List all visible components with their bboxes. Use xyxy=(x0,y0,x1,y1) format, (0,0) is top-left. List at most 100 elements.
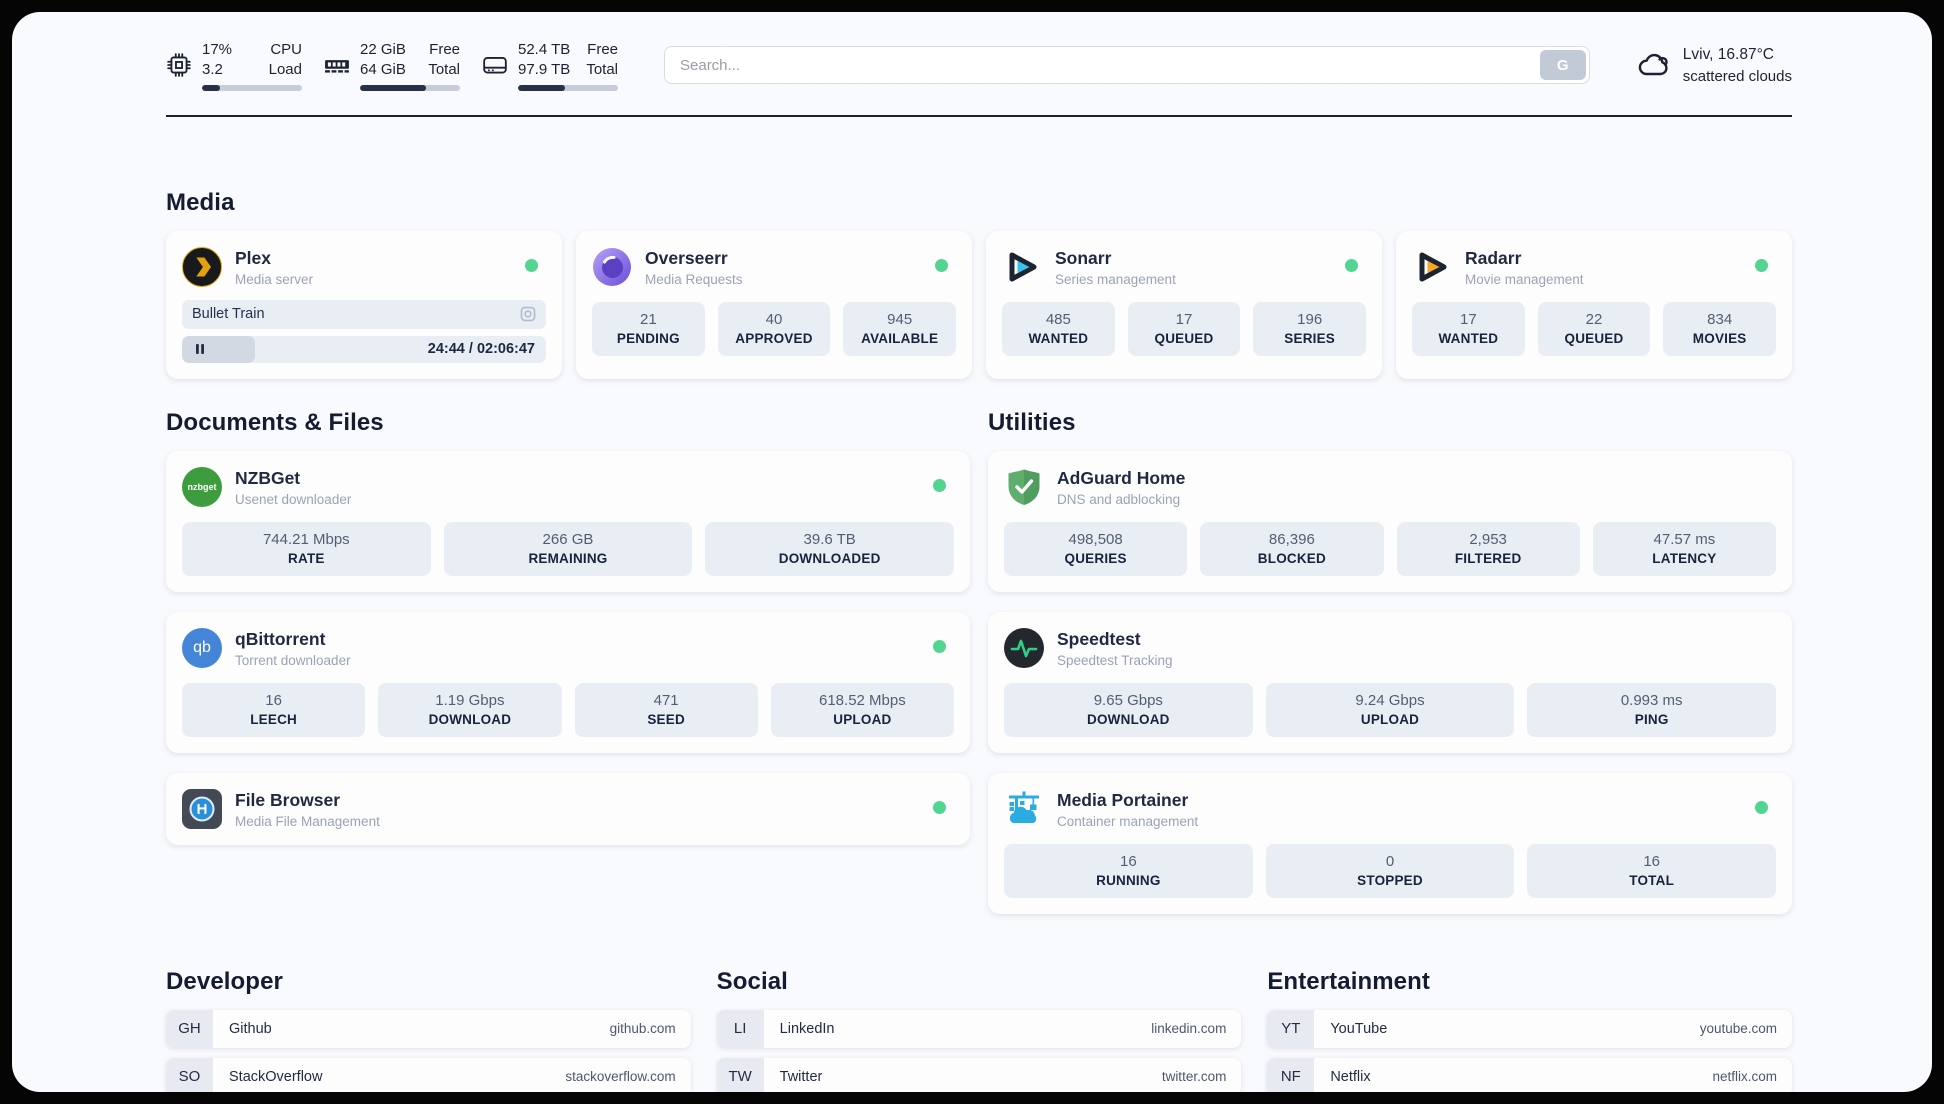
section-title-social: Social xyxy=(716,967,788,995)
storage-labels: Free Total xyxy=(586,41,618,78)
bookmark-youtube[interactable]: YT YouTube youtube.com xyxy=(1267,1009,1792,1048)
app-card-portainer[interactable]: Media Portainer Container management 16 R… xyxy=(988,772,1792,914)
status-online-dot xyxy=(933,478,946,492)
stat-wanted: 17 WANTED xyxy=(1412,301,1525,356)
stat-queued: 17 QUEUED xyxy=(1127,301,1241,356)
bookmark-github[interactable]: GH Github github.com xyxy=(166,1009,691,1048)
status-online-dot xyxy=(525,258,538,272)
app-name: NZBGet xyxy=(235,467,301,488)
stat-upload: 9.24 Gbps UPLOAD xyxy=(1265,682,1515,737)
bookmark-abbr: LI xyxy=(716,1009,764,1048)
bookmark-name: LinkedIn xyxy=(779,1020,835,1037)
stat-rate: 744.21 Mbps RATE xyxy=(182,521,431,576)
section-title-utilities: Utilities xyxy=(988,408,1076,436)
app-card-speedtest[interactable]: Speedtest Speedtest Tracking 9.65 Gbps DO… xyxy=(988,611,1792,753)
ram-labels: Free Total xyxy=(428,41,460,78)
app-card-plex[interactable]: Plex Media server Bullet Train 24:44 / 0… xyxy=(166,230,562,379)
stat-stopped: 0 STOPPED xyxy=(1265,843,1515,898)
stat-queued: 22 QUEUED xyxy=(1537,301,1651,356)
dashboard-page: 17% 3.2 CPU Load 22 GiB 64 GiB Free Tota… xyxy=(12,12,1932,1092)
bookmark-netflix[interactable]: NF Netflix netflix.com xyxy=(1267,1057,1792,1092)
radarr-icon xyxy=(1412,247,1452,287)
stat-queries: 498,508 QUERIES xyxy=(1004,521,1188,576)
stat-movies: 834 MOVIES xyxy=(1663,301,1776,356)
ram-usage-bar xyxy=(360,84,460,91)
app-name: Sonarr xyxy=(1055,247,1112,268)
app-name: File Browser xyxy=(235,789,341,810)
weather-widget[interactable]: Lviv, 16.87°C scattered clouds xyxy=(1636,44,1792,87)
ram-values: 22 GiB 64 GiB xyxy=(360,41,406,78)
overseerr-icon xyxy=(592,247,632,287)
playback-time: 24:44 / 02:06:47 xyxy=(427,341,535,358)
bookmark-name: YouTube xyxy=(1330,1020,1388,1037)
storage-usage-bar xyxy=(518,84,618,91)
ram-monitor: 22 GiB 64 GiB Free Total xyxy=(324,40,460,91)
stat-download: 1.19 Gbps DOWNLOAD xyxy=(378,682,562,737)
bookmark-linkedin[interactable]: LI LinkedIn linkedin.com xyxy=(716,1009,1242,1048)
bookmark-url: twitter.com xyxy=(1161,1069,1227,1085)
search-engine-button[interactable]: G xyxy=(1539,50,1586,81)
header-divider xyxy=(166,114,1792,117)
app-card-overseerr[interactable]: Overseerr Media Requests 21 PENDING 40 APP… xyxy=(576,230,972,379)
app-card-sonarr[interactable]: Sonarr Series management 485 WANTED 17 QUE… xyxy=(986,230,1382,379)
app-name: AdGuard Home xyxy=(1057,467,1186,488)
status-online-dot xyxy=(1345,258,1358,272)
bookmark-url: netflix.com xyxy=(1712,1069,1777,1085)
stat-latency: 47.57 ms LATENCY xyxy=(1592,521,1776,576)
app-name: Plex xyxy=(235,247,271,268)
app-name: Radarr xyxy=(1465,247,1522,268)
storage-monitor: 52.4 TB 97.9 TB Free Total xyxy=(482,40,618,91)
pause-button[interactable] xyxy=(193,342,207,356)
app-desc: Media server xyxy=(235,271,314,287)
stat-upload: 618.52 Mbps UPLOAD xyxy=(770,682,954,737)
app-name: qBittorrent xyxy=(235,628,326,649)
stat-available: 945 AVAILABLE xyxy=(843,301,956,356)
bookmark-twitter[interactable]: TW Twitter twitter.com xyxy=(716,1057,1242,1092)
bookmark-name: StackOverflow xyxy=(229,1068,323,1085)
search-input[interactable] xyxy=(664,46,1590,85)
bookmark-name: Twitter xyxy=(779,1068,823,1085)
stat-filtered: 2,953 FILTERED xyxy=(1396,521,1580,576)
section-title-documents: Documents & Files xyxy=(166,408,384,436)
ram-icon xyxy=(325,60,349,73)
app-card-nzbget[interactable]: nzbget NZBGet Usenet downloader 744.21 M… xyxy=(166,450,970,592)
stat-wanted: 485 WANTED xyxy=(1002,301,1115,356)
bookmark-stackoverflow[interactable]: SO StackOverflow stackoverflow.com xyxy=(166,1057,691,1092)
stat-ping: 0.993 ms PING xyxy=(1527,682,1776,737)
bookmark-url: linkedin.com xyxy=(1151,1021,1227,1037)
app-name: Overseerr xyxy=(645,247,728,268)
bookmark-abbr: NF xyxy=(1267,1057,1315,1092)
storage-icon xyxy=(483,57,507,74)
status-online-dot xyxy=(1755,800,1768,814)
portainer-icon xyxy=(1004,789,1044,829)
bookmark-abbr: GH xyxy=(166,1009,213,1048)
bookmark-url: stackoverflow.com xyxy=(565,1069,676,1085)
bookmark-abbr: TW xyxy=(716,1057,764,1092)
filebrowser-icon xyxy=(182,788,222,829)
stat-series: 196 SERIES xyxy=(1253,301,1366,356)
session-icon xyxy=(520,306,536,322)
app-name: Media Portainer xyxy=(1057,789,1189,810)
app-desc: Series management xyxy=(1055,271,1176,287)
now-playing-row: Bullet Train xyxy=(182,299,546,329)
cpu-icon xyxy=(167,53,191,78)
sonarr-icon xyxy=(1002,247,1042,287)
app-card-qbittorrent[interactable]: qb qBittorrent Torrent downloader 16 LEEC… xyxy=(166,611,970,753)
app-card-radarr[interactable]: Radarr Movie management 17 WANTED 22 QUEUE… xyxy=(1396,230,1792,379)
section-title-entertainment: Entertainment xyxy=(1267,967,1430,995)
cpu-values: 17% 3.2 xyxy=(202,41,233,78)
app-desc: Container management xyxy=(1057,813,1199,829)
app-card-adguard[interactable]: AdGuard Home DNS and adblocking 498,508 Q… xyxy=(988,450,1792,592)
bookmark-name: Netflix xyxy=(1330,1068,1371,1085)
app-desc: Speedtest Tracking xyxy=(1057,652,1173,668)
app-card-filebrowser[interactable]: File Browser Media File Management xyxy=(166,772,970,845)
section-title-media: Media xyxy=(166,188,235,216)
speedtest-icon xyxy=(1004,627,1044,668)
cpu-usage-bar xyxy=(202,84,302,91)
weather-location-temp: Lviv, 16.87°C xyxy=(1682,45,1774,63)
adguard-icon xyxy=(1004,467,1044,507)
app-desc: Movie management xyxy=(1465,271,1584,287)
qbittorrent-icon: qb xyxy=(182,627,222,668)
top-bar: 17% 3.2 CPU Load 22 GiB 64 GiB Free Tota… xyxy=(166,12,1792,91)
stat-leech: 16 LEECH xyxy=(182,682,366,737)
